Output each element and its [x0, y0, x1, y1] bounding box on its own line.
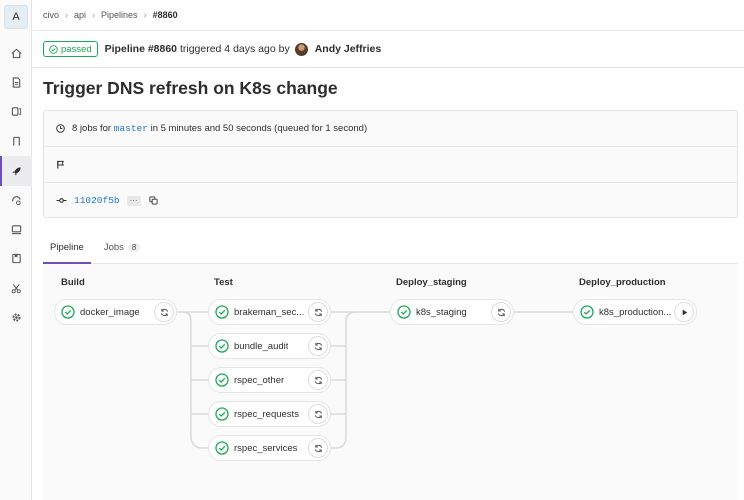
page-title: Trigger DNS refresh on K8s change — [43, 78, 338, 98]
commit-sha-link[interactable]: 11020f5b — [74, 195, 120, 206]
clock-icon — [56, 124, 65, 133]
job-name: k8s_production... — [599, 306, 672, 318]
job-docker-image[interactable]: docker_image — [54, 299, 177, 325]
stage-title-test: Test — [214, 277, 233, 288]
rocket-icon[interactable] — [0, 156, 32, 186]
status-success-icon — [215, 339, 229, 353]
job-bundle-audit[interactable]: bundle_audit — [208, 333, 331, 359]
stage-title-build: Build — [61, 277, 85, 288]
project-avatar[interactable]: A — [4, 5, 28, 29]
tab-label: Pipeline — [50, 242, 84, 253]
tab-pipeline[interactable]: Pipeline — [43, 232, 91, 264]
flag-icon — [57, 160, 65, 169]
jobs-count-badge: 8 — [127, 243, 141, 252]
pipeline-graph: Build Test Deploy_staging Deploy_product… — [43, 264, 738, 500]
author-avatar[interactable] — [294, 42, 308, 56]
status-success-icon — [215, 407, 229, 421]
pipeline-header: passed Pipeline #8860 triggered 4 days a… — [43, 41, 381, 57]
sidebar: A — [0, 0, 32, 500]
status-success-icon — [215, 441, 229, 455]
retry-icon[interactable] — [308, 404, 328, 424]
retry-icon[interactable] — [491, 302, 511, 322]
status-success-icon — [580, 305, 594, 319]
stage-title-deploy-staging: Deploy_staging — [396, 277, 467, 288]
job-name: rspec_requests — [234, 408, 299, 420]
status-badge[interactable]: passed — [43, 41, 98, 57]
retry-icon[interactable] — [308, 302, 328, 322]
status-success-icon — [61, 305, 75, 319]
jobs-summary-row: 8 jobs for master in 5 minutes and 50 se… — [44, 111, 737, 146]
divider — [33, 67, 744, 68]
job-name: brakeman_sec... — [234, 306, 305, 318]
pipeline-tabs: Pipeline Jobs 8 — [43, 232, 738, 264]
merge-request-icon[interactable] — [0, 126, 32, 156]
duration-text: in 5 minutes and 50 seconds (queued for … — [150, 123, 368, 134]
flag-row — [44, 146, 737, 182]
job-name: rspec_other — [234, 374, 285, 386]
commit-icon — [56, 198, 67, 203]
status-success-icon — [215, 373, 229, 387]
breadcrumb-item-group[interactable]: civo — [43, 10, 59, 20]
main-content: civo › api › Pipelines › #8860 passed Pi… — [33, 0, 744, 500]
job-k8s-production[interactable]: k8s_production... — [573, 299, 697, 325]
monitor-icon[interactable] — [0, 214, 32, 244]
job-rspec-requests[interactable]: rspec_requests — [208, 401, 331, 427]
job-name: k8s_staging — [416, 306, 467, 318]
expand-commit-message-button[interactable]: ··· — [126, 195, 141, 206]
status-text: passed — [61, 43, 92, 55]
breadcrumb: civo › api › Pipelines › #8860 — [43, 10, 178, 20]
commit-row: 11020f5b ··· — [44, 182, 737, 218]
copy-icon[interactable] — [149, 196, 158, 205]
pipeline-info-box: 8 jobs for master in 5 minutes and 50 se… — [43, 110, 738, 218]
breadcrumb-item-pipelines[interactable]: Pipelines — [101, 10, 138, 20]
retry-icon[interactable] — [154, 302, 174, 322]
home-icon[interactable] — [0, 38, 32, 68]
breadcrumb-item-current[interactable]: #8860 — [153, 10, 178, 20]
pipeline-label: Pipeline #8860 — [104, 43, 178, 55]
job-rspec-services[interactable]: rspec_services — [208, 435, 331, 461]
issues-icon[interactable] — [0, 96, 32, 126]
breadcrumb-item-project[interactable]: api — [74, 10, 86, 20]
triggered-text: triggered 4 days ago by — [179, 43, 290, 55]
chevron-right-icon: › — [92, 10, 96, 20]
author-name[interactable]: Andy Jeffries — [315, 43, 382, 55]
divider — [33, 30, 744, 31]
jobs-count-text: 8 jobs for — [72, 123, 112, 134]
tab-label: Jobs — [103, 242, 124, 253]
operations-icon[interactable] — [0, 185, 32, 215]
settings-icon[interactable] — [0, 302, 32, 332]
retry-icon[interactable] — [308, 370, 328, 390]
job-rspec-other[interactable]: rspec_other — [208, 367, 331, 393]
wiki-icon[interactable] — [0, 243, 32, 273]
chevron-right-icon: › — [143, 10, 147, 20]
status-success-icon — [215, 305, 229, 319]
job-name: docker_image — [80, 306, 140, 318]
status-success-icon — [397, 305, 411, 319]
play-icon[interactable] — [674, 302, 694, 322]
tab-jobs[interactable]: Jobs 8 — [97, 232, 148, 263]
job-k8s-staging[interactable]: k8s_staging — [390, 299, 514, 325]
job-name: rspec_services — [234, 442, 298, 454]
repository-icon[interactable] — [0, 67, 32, 97]
job-brakeman-security[interactable]: brakeman_sec... — [208, 299, 331, 325]
retry-icon[interactable] — [308, 336, 328, 356]
stage-title-deploy-production: Deploy_production — [579, 277, 666, 288]
branch-link[interactable]: master — [114, 123, 148, 134]
check-circle-icon — [49, 44, 58, 54]
retry-icon[interactable] — [308, 438, 328, 458]
snippets-icon[interactable] — [0, 273, 32, 303]
chevron-right-icon: › — [65, 10, 69, 20]
job-name: bundle_audit — [234, 340, 289, 352]
